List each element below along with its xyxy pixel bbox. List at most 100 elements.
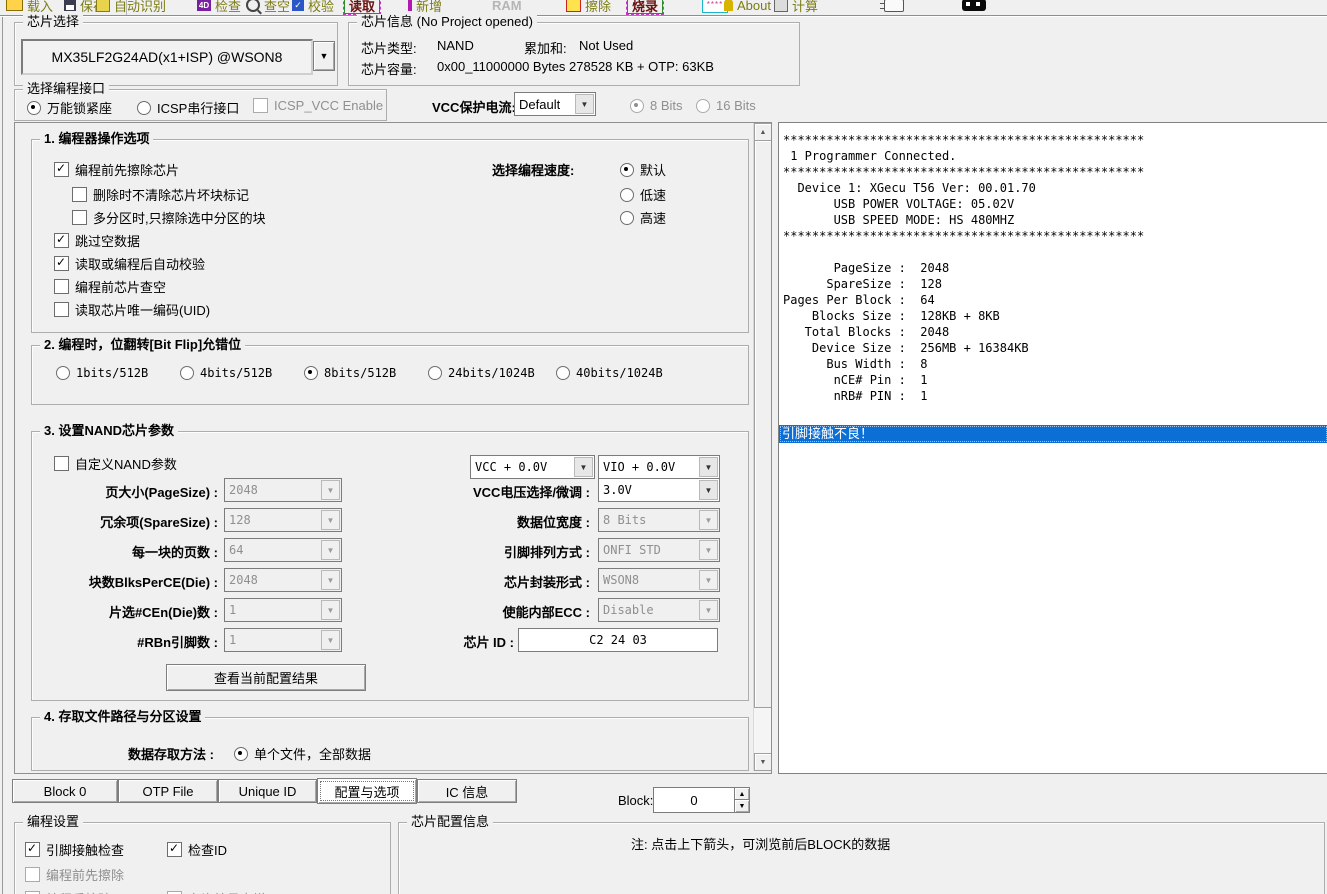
- add-button[interactable]: 新增: [408, 0, 442, 14]
- blocks-per-ce-combo: 2048 ▼: [224, 568, 342, 592]
- scroll-down-button[interactable]: ▼: [754, 753, 772, 771]
- section1-group: 1. 编程器操作选项 编程前先擦除芯片 删除时不清除芯片坏块标记 多分区时,只擦…: [31, 139, 749, 333]
- radio-icon: [696, 99, 710, 113]
- read-button[interactable]: 读取: [344, 0, 380, 14]
- chip-type-value: NAND: [437, 38, 474, 53]
- block-browse-note: 注: 点击上下箭头，可浏览前后BLOCK的数据: [631, 834, 890, 853]
- tab-unique-id[interactable]: Unique ID: [218, 779, 317, 803]
- bus-width-combo: 8 Bits ▼: [598, 508, 720, 532]
- block-spin-down-button[interactable]: ▼: [734, 799, 750, 813]
- bitflip-24bits-radio[interactable]: 24bits/1024B: [428, 366, 535, 380]
- bitflip-4bits-radio[interactable]: 4bits/512B: [180, 366, 272, 380]
- section3-group: 3. 设置NAND芯片参数 自定义NAND参数 页大小(PageSize) : …: [31, 431, 749, 701]
- program-button[interactable]: 烧录: [627, 0, 663, 14]
- icsp-radio[interactable]: ICSP串行接口: [137, 98, 239, 117]
- vcc-current-label: VCC保护电流:: [432, 97, 516, 116]
- icsp-vcc-checkbox: ICSP_VCC Enable: [253, 98, 383, 113]
- check-id-checkbox[interactable]: 检查ID: [167, 840, 227, 859]
- load-button[interactable]: 载入: [6, 0, 53, 14]
- vio-offset-combo[interactable]: VIO + 0.0V ▼: [598, 455, 720, 479]
- window-frame-line: [2, 0, 3, 894]
- tab-otp-file[interactable]: OTP File: [118, 779, 218, 803]
- checkbox-icon: [167, 842, 182, 857]
- chevron-down-icon: ▼: [321, 600, 340, 620]
- verify-button[interactable]: ✓ 校验: [292, 0, 334, 14]
- toolbar-divider-highlight: [0, 16, 1327, 17]
- checksum-value: Not Used: [579, 38, 633, 53]
- program-settings-group: 编程设置 引脚接触检查 检查ID 编程前先擦除 编程后校验 允许编号自增: [14, 822, 391, 894]
- section2-group: 2. 编程时，位翻转[Bit Flip]允错位 1bits/512B 4bits…: [31, 345, 749, 405]
- chip-id-field[interactable]: C2 24 03: [518, 628, 718, 652]
- bitflip-1bits-radio[interactable]: 1bits/512B: [56, 366, 148, 380]
- log-highlight-message: 引脚接触不良！: [779, 425, 1327, 443]
- plug-icon: [884, 0, 904, 12]
- log-panel: ****************************************…: [778, 122, 1327, 774]
- auto-verify-checkbox[interactable]: 读取或编程后自动校验: [54, 254, 205, 273]
- interface-title: 选择编程接口: [23, 81, 109, 97]
- checkbox-icon: [54, 302, 69, 317]
- erase-button[interactable]: 擦除: [566, 0, 611, 14]
- xgpro-window: 载入 保存 自动识别 4D 检查 查空 ✓ 校验 读取 新增: [0, 0, 1327, 894]
- chevron-down-icon: ▼: [699, 540, 718, 560]
- pinout-label: 引脚排列方式 :: [372, 542, 590, 561]
- pin-contact-check-checkbox[interactable]: 引脚接触检查: [25, 840, 124, 859]
- options-scrollbar[interactable]: ▲ ▼: [753, 123, 771, 771]
- auto-detect-icon: [96, 0, 110, 12]
- erase-before-checkbox: 编程前先擦除: [25, 865, 124, 884]
- vcc-offset-combo[interactable]: VCC + 0.0V ▼: [470, 455, 595, 479]
- scroll-up-button[interactable]: ▲: [754, 123, 772, 141]
- chip-select-dropdown-button[interactable]: ▼: [313, 41, 335, 71]
- chip-type-label: 芯片类型:: [361, 38, 417, 57]
- auto-detect-button[interactable]: 自动识别: [96, 0, 166, 14]
- custom-nand-checkbox[interactable]: 自定义NAND参数: [54, 454, 177, 473]
- about-button[interactable]: About: [724, 0, 771, 14]
- block-input[interactable]: 0: [653, 787, 735, 813]
- section2-title: 2. 编程时，位翻转[Bit Flip]允错位: [40, 337, 245, 353]
- radio-icon: [556, 366, 570, 380]
- calculator-button[interactable]: 计算: [774, 0, 818, 14]
- checksum-label: 累加和:: [524, 38, 567, 57]
- radio-icon: [234, 747, 248, 761]
- chip-select-field[interactable]: MX35LF2G24AD(x1+ISP) @WSON8: [21, 39, 313, 75]
- tab-block0[interactable]: Block 0: [12, 779, 118, 803]
- pagesize-combo: 2048 ▼: [224, 478, 342, 502]
- bitflip-8bits-radio[interactable]: 8bits/512B: [304, 366, 396, 380]
- bitflip-40bits-radio[interactable]: 40bits/1024B: [556, 366, 663, 380]
- blank-check-button[interactable]: 查空: [246, 0, 290, 14]
- skip-blank-checkbox[interactable]: 跳过空数据: [54, 231, 140, 250]
- bus-width-label: 数据位宽度 :: [372, 512, 590, 531]
- socket-radio[interactable]: 万能锁紧座: [27, 98, 112, 117]
- speed-default-radio[interactable]: 默认: [620, 160, 666, 179]
- chevron-down-icon: ▼: [699, 600, 718, 620]
- scrollbar-thumb[interactable]: [754, 140, 772, 708]
- pages-per-block-combo: 64 ▼: [224, 538, 342, 562]
- blank-check-checkbox[interactable]: 编程前芯片查空: [54, 277, 166, 296]
- pages-per-block-label: 每一块的页数 :: [46, 542, 218, 561]
- ce-count-label: 片选#CEn(Die)数 :: [46, 602, 218, 621]
- tab-config-options[interactable]: 配置与选项: [317, 778, 417, 804]
- single-file-radio[interactable]: 单个文件，全部数据: [234, 744, 371, 763]
- read-uid-checkbox[interactable]: 读取芯片唯一编码(UID): [54, 300, 210, 319]
- check-id-button[interactable]: 4D 检查: [197, 0, 241, 14]
- chip-select-value: MX35LF2G24AD(x1+ISP) @WSON8: [52, 49, 283, 65]
- eraser-icon: [566, 0, 581, 12]
- chip-config-title: 芯片配置信息: [407, 814, 493, 830]
- interface-group: 选择编程接口 万能锁紧座 ICSP串行接口 ICSP_VCC Enable: [14, 89, 387, 121]
- tab-ic-info[interactable]: IC 信息: [417, 779, 517, 803]
- speed-high-radio[interactable]: 高速: [620, 208, 666, 227]
- view-config-button[interactable]: 查看当前配置结果: [166, 664, 366, 691]
- keep-badblock-checkbox[interactable]: 删除时不清除芯片坏块标记: [72, 185, 249, 204]
- arrow-down-icon: ▼: [760, 759, 767, 766]
- block-label: Block:: [618, 793, 653, 808]
- section4-title: 4. 存取文件路径与分区设置: [40, 709, 205, 725]
- ce-count-combo: 1 ▼: [224, 598, 342, 622]
- checkbox-icon: [54, 256, 69, 271]
- chip-select-group: 芯片选择 MX35LF2G24AD(x1+ISP) @WSON8 ▼: [14, 22, 338, 86]
- vcc-voltage-combo[interactable]: 3.0V ▼: [598, 478, 720, 502]
- power-button[interactable]: [962, 0, 986, 14]
- erase-before-program-checkbox[interactable]: 编程前先擦除芯片: [54, 160, 179, 179]
- partition-erase-checkbox[interactable]: 多分区时,只擦除选中分区的块: [72, 208, 266, 227]
- speed-low-radio[interactable]: 低速: [620, 185, 666, 204]
- vcc-current-combo[interactable]: Default ▼: [514, 92, 596, 116]
- connection-button[interactable]: [884, 0, 904, 14]
